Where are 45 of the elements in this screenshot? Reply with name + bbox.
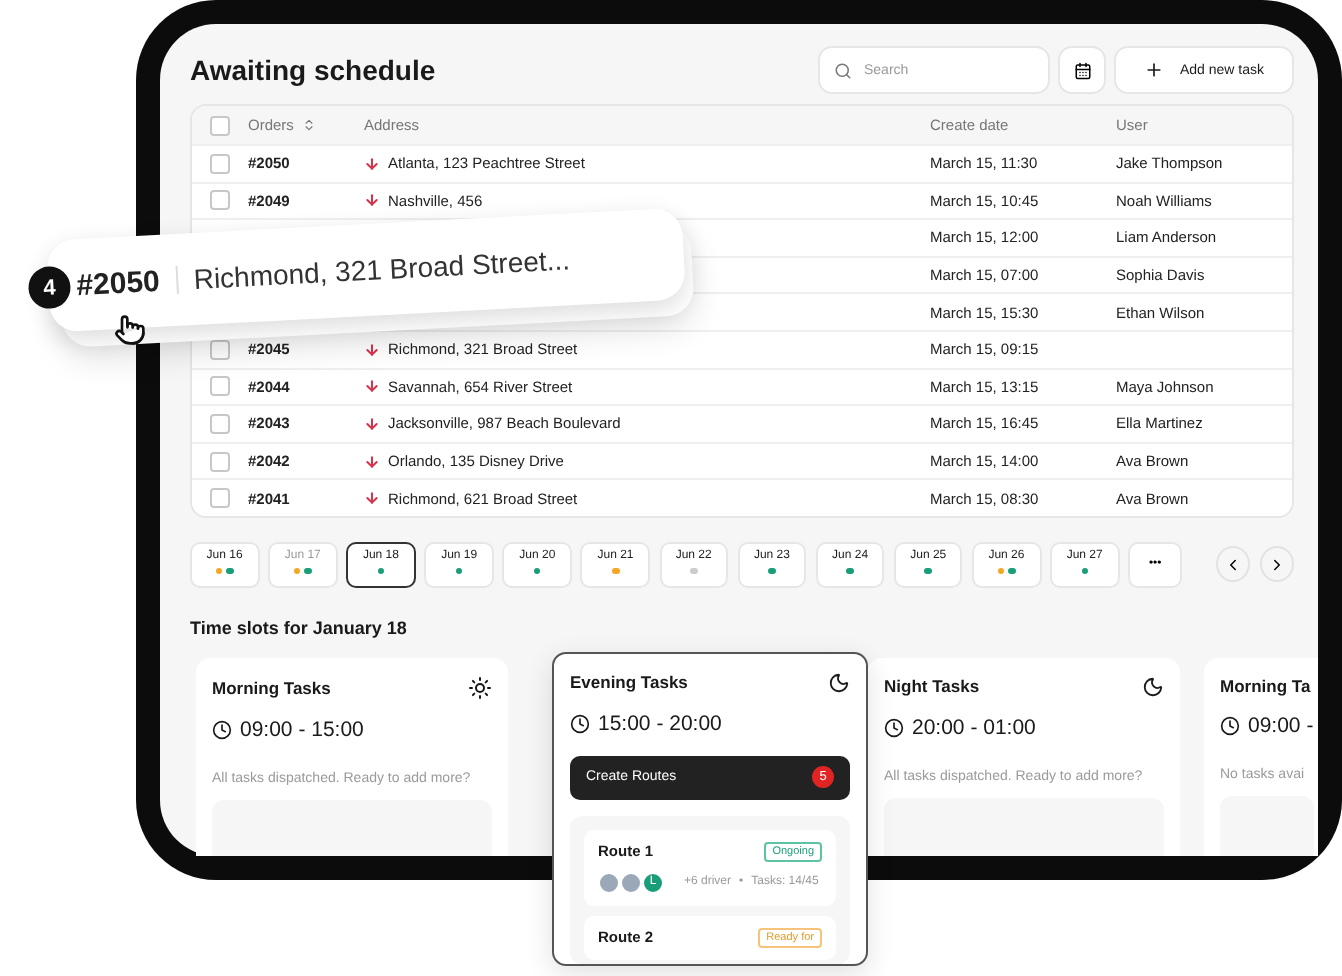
row-checkbox[interactable] <box>210 488 230 509</box>
arrow-down-icon <box>364 192 380 209</box>
clock-icon <box>570 713 590 734</box>
clock-icon <box>212 719 232 740</box>
slot-time: 09:00 - <box>1248 713 1314 738</box>
address-text: Richmond, 321 Broad Street... <box>192 243 571 295</box>
clock-icon <box>884 717 904 738</box>
section-title: Time slots for January 18 <box>190 617 409 638</box>
row-checkbox[interactable] <box>210 376 230 397</box>
sort-icon <box>301 118 316 132</box>
order-number: #2050 <box>75 263 161 303</box>
slot-title: Evening Tasks <box>570 672 688 693</box>
next-button[interactable] <box>1259 546 1294 583</box>
arrow-down-icon <box>364 415 380 432</box>
arrow-down-icon <box>364 490 380 507</box>
slot-title: Morning Tasks <box>212 677 331 698</box>
slot-time: 20:00 - 01:00 <box>912 715 1036 740</box>
calendar-icon <box>1073 61 1091 79</box>
previous-button[interactable] <box>1215 546 1251 583</box>
task-area <box>1220 796 1314 856</box>
search-icon <box>834 61 852 79</box>
row-checkbox[interactable] <box>210 413 230 434</box>
row-checkbox[interactable] <box>210 153 230 174</box>
row-checkbox[interactable] <box>210 451 230 472</box>
arrow-down-icon <box>364 378 380 395</box>
avatar <box>620 871 642 894</box>
calendar-button[interactable] <box>1058 46 1106 94</box>
page-title: Awaiting schedule <box>190 54 438 86</box>
slot-time: 09:00 - 15:00 <box>240 717 364 742</box>
sun-icon <box>468 675 492 700</box>
slot-title: Night Tasks <box>884 676 980 697</box>
slot-title: Morning Ta <box>1220 675 1311 696</box>
row-checkbox[interactable] <box>210 339 230 360</box>
arrow-down-icon <box>364 341 380 358</box>
row-checkbox[interactable] <box>210 190 230 211</box>
select-all-checkbox[interactable] <box>210 115 230 135</box>
clock-icon <box>1220 715 1240 736</box>
arrow-down-icon <box>364 155 380 172</box>
moon-icon <box>828 671 850 694</box>
count-badge: 4 <box>27 265 72 310</box>
arrow-down-icon <box>364 453 380 470</box>
slot-time: 15:00 - 20:00 <box>598 711 722 736</box>
moon-icon <box>1142 675 1164 698</box>
avatar <box>598 871 620 894</box>
plus-icon <box>1143 60 1164 80</box>
